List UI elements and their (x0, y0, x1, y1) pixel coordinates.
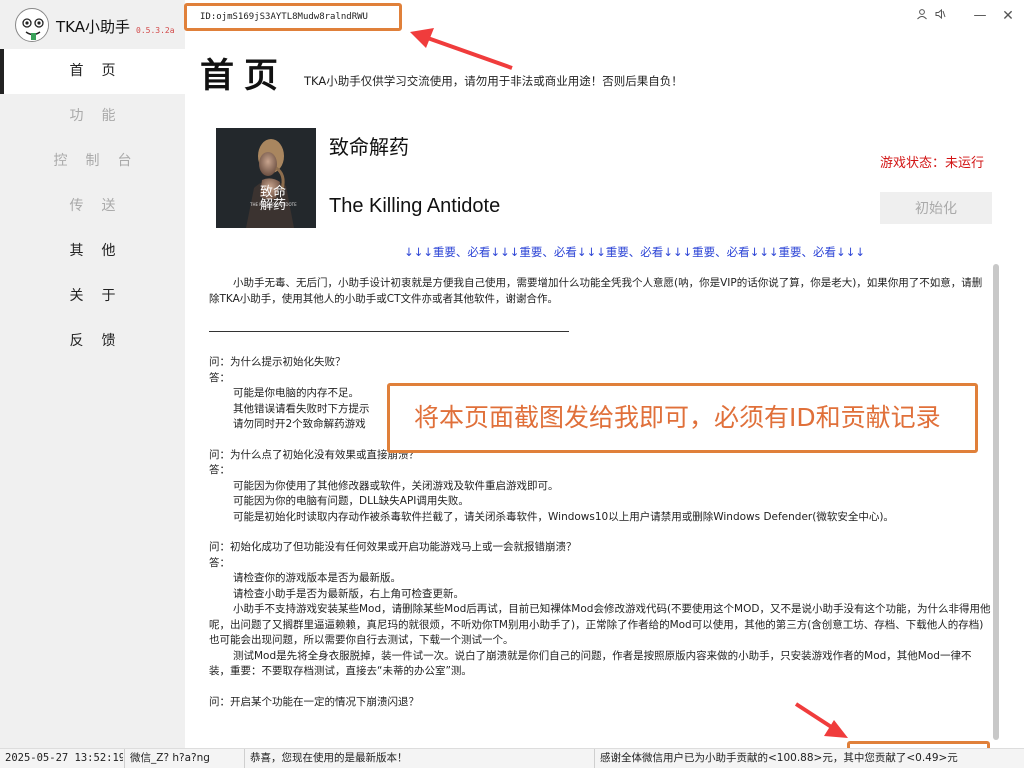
status-bar: 2025-05-27 13:52:19 微信_Z? h?a?ng 恭喜，您现在使… (0, 748, 1024, 768)
faq-answer-line: 小助手不支持游戏安装某些Mod，请删除某些Mod后再试，目前已知裸体Mod会修改… (209, 603, 991, 646)
user-id-label: ID:ojmS169jS3AYTL8Mudw8ralndRWU (184, 3, 402, 31)
divider (209, 331, 569, 332)
user-icon[interactable] (912, 6, 932, 26)
sidebar-item-teleport[interactable]: 传送 (0, 184, 185, 229)
faq-question: 问：为什么提示初始化失败？ (209, 356, 346, 368)
sidebar-item-console[interactable]: 控制台 (0, 139, 185, 184)
important-notice: ↓↓↓重要、必看↓↓↓重要、必看↓↓↓重要、必看↓↓↓重要、必看↓↓↓重要、必看… (404, 245, 865, 259)
faq-answer-label: 答： (209, 556, 230, 569)
cover-title-cn: 致命 解药 (260, 185, 287, 213)
faq-answer-line: 可能因为你的电脑有问题，DLL缺失API调用失败。 (233, 495, 469, 507)
faq-question: 问：初始化成功了但功能没有任何效果或开启功能游戏马上或一会就报错崩溃？ (209, 541, 577, 553)
faq-block: 问：初始化成功了但功能没有任何效果或开启功能游戏马上或一会就报错崩溃？ 答： 请… (209, 540, 991, 680)
disclaimer-text: TKA小助手仅供学习交流使用，请勿用于非法或商业用途！否则后果自负！ (304, 74, 683, 88)
status-datetime: 2025-05-27 13:52:19 (5, 752, 123, 764)
sidebar-item-home[interactable]: 首页 (0, 49, 185, 94)
faq-block: 问：开启某个功能在一定的情况下崩溃闪退？ (209, 695, 991, 711)
status-update: 恭喜，您现在使用的是最新版本！ (244, 749, 593, 768)
arrow-icon (410, 28, 513, 70)
intro-paragraph: 小助手无毒、无后门，小助手设计初衷就是方便我自己使用，需要增加什么功能全凭我个人… (209, 277, 983, 305)
game-name-en: The Killing Antidote (329, 195, 501, 217)
minimize-button[interactable]: — (970, 6, 990, 26)
status-donation: 感谢全体微信用户已为小助手贡献的<100.88>元，其中您贡献了<0.49>元 (594, 749, 1024, 768)
speaker-icon[interactable] (930, 6, 950, 26)
app-version: 0.5.3.2a (136, 26, 175, 35)
game-cover-image: 致命 解药 THE KILLING ANTIDOTE (216, 128, 316, 228)
window-controls: — ✕ (904, 0, 1024, 32)
cover-title-en: THE KILLING ANTIDOTE (250, 202, 297, 207)
app-name: TKA小助手 (56, 18, 130, 36)
game-name-cn: 致命解药 (329, 135, 409, 159)
faq-answer-line: 可能是初始化时读取内存动作被杀毒软件拦截了，请关闭杀毒软件，Windows10以… (233, 510, 894, 523)
content-scrollbar[interactable] (993, 264, 999, 740)
screenshot-instruction-callout: 将本页面截图发给我即可，必须有ID和贡献记录 (387, 383, 978, 453)
faq-question: 问：开启某个功能在一定的情况下崩溃闪退？ (209, 695, 419, 708)
faq-answer-label: 答： (209, 464, 230, 476)
page-title: 首页 (200, 56, 288, 96)
sidebar-item-feedback[interactable]: 反馈 (0, 319, 185, 364)
sidebar-nav: 首页 功能 控制台 传送 其他 关于 反馈 (0, 49, 185, 364)
faq-content: 小助手无毒、无后门，小助手设计初衷就是方便我自己使用，需要增加什么功能全凭我个人… (209, 276, 991, 710)
status-wechat: 微信_Z? h?a?ng (124, 749, 243, 768)
faq-block: 问：为什么点了初始化没有效果或直接崩溃？ 答： 可能因为你使用了其他修改器或软件… (209, 448, 991, 526)
app-logo-icon (15, 8, 49, 42)
close-button[interactable]: ✕ (998, 6, 1018, 26)
game-status: 游戏状态：未运行 (880, 156, 985, 171)
sidebar-item-about[interactable]: 关于 (0, 274, 185, 319)
sidebar-item-other[interactable]: 其他 (0, 229, 185, 274)
faq-answer-line: 测试Mod是先将全身衣服脱掉，装一件试一次。说白了崩溃就是你们自己的问题，作者是… (209, 649, 972, 678)
faq-answer-line: 请检查你的游戏版本是否为最新版。 (233, 572, 401, 584)
sidebar-item-features[interactable]: 功能 (0, 94, 185, 139)
app-header: TKA小助手 0.5.3.2a (0, 0, 185, 48)
faq-answer-line: 可能因为你使用了其他修改器或软件，关闭游戏及软件重启游戏即可。 (233, 479, 559, 492)
sidebar: TKA小助手 0.5.3.2a 首页 功能 控制台 传送 其他 关于 反馈 (0, 0, 185, 748)
faq-answer-line: 请检查小助手是否为最新版，右上角可检查更新。 (233, 587, 464, 600)
initialize-button[interactable]: 初始化 (880, 192, 992, 224)
